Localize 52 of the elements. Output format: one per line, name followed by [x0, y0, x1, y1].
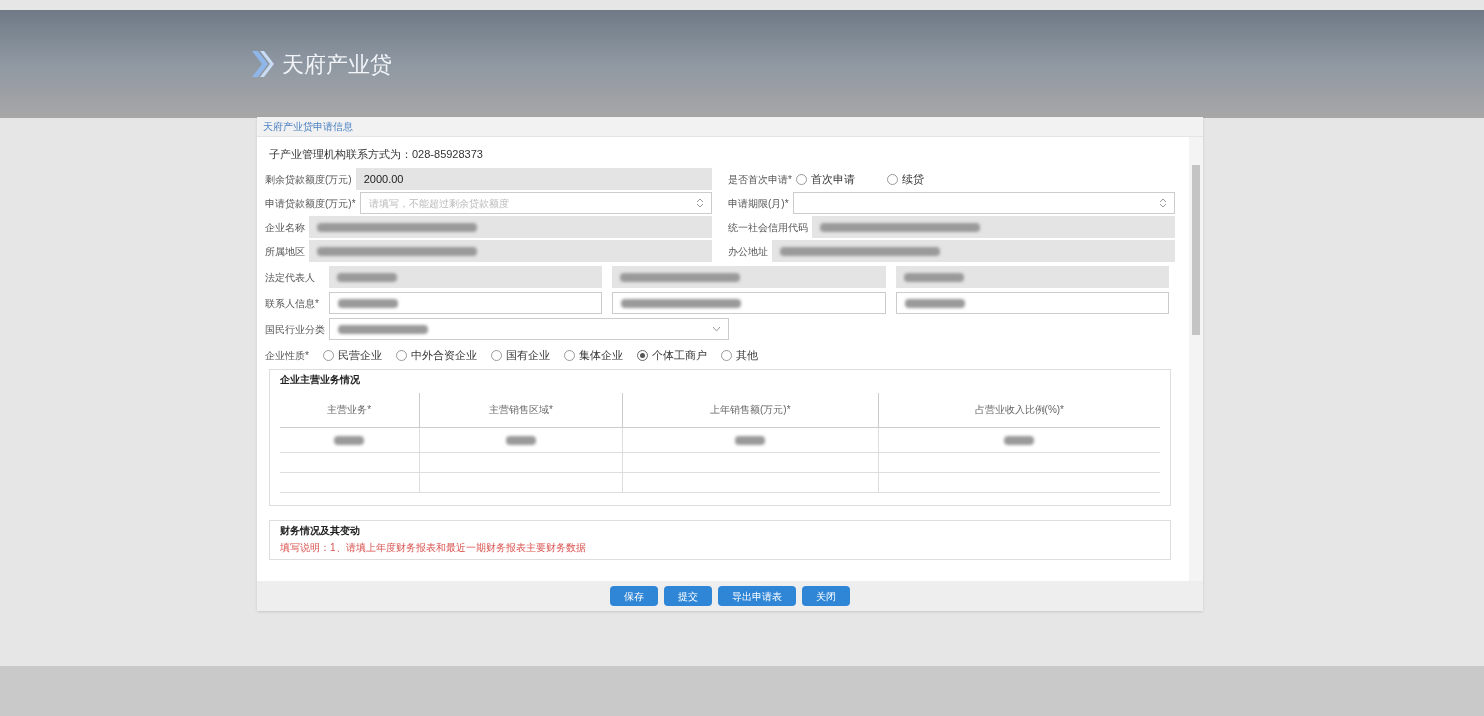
radio-label: 个体工商户	[651, 347, 707, 363]
redacted-value	[334, 435, 365, 445]
scrollbar[interactable]	[1189, 137, 1203, 581]
column-header: 主营销售区域*	[419, 393, 623, 427]
text-field[interactable]	[329, 292, 603, 314]
field-label: 统一社会信用代码	[728, 220, 808, 235]
redacted-value	[1004, 435, 1035, 445]
dialog-button[interactable]: 提交	[664, 586, 712, 606]
radio-label: 国有企业	[505, 347, 550, 363]
radio-label: 中外合资企业	[410, 347, 477, 363]
redacted-value	[338, 298, 398, 308]
field-label: 企业名称	[265, 220, 305, 235]
dialog-button[interactable]: 导出申请表	[718, 586, 796, 606]
dialog-button[interactable]: 关闭	[802, 586, 850, 606]
logo-text: 天府产业贷	[282, 50, 392, 79]
field-label: 法定代表人	[265, 270, 316, 285]
text-field[interactable]	[612, 292, 886, 314]
section-title: 财务情况及其变动	[280, 523, 361, 538]
field-label: 申请期限(月)*	[728, 196, 789, 211]
radio-label: 首次申请	[810, 171, 855, 187]
text-field[interactable]	[895, 292, 1169, 314]
radio-label: 集体企业	[578, 347, 623, 363]
instruction-text: 填写说明：1、请填上年度财务报表和最近一期财务报表主要财务数据	[280, 540, 587, 555]
readonly-field: 2000.00	[355, 168, 712, 190]
redacted-value	[903, 272, 964, 282]
select-field[interactable]	[329, 318, 729, 340]
field-label: 办公地址	[728, 244, 768, 259]
column-header: 上年销售额(万元)*	[622, 393, 879, 427]
spinner-icon	[1160, 198, 1166, 208]
field-label: 联系人信息*	[265, 296, 320, 311]
dialog-button[interactable]: 保存	[610, 586, 658, 606]
field-label: 企业性质*	[265, 348, 309, 363]
redacted-value	[505, 435, 536, 445]
field-label: 是否首次申请*	[728, 172, 792, 187]
number-field[interactable]	[792, 192, 1175, 214]
radio-label: 民营企业	[337, 347, 382, 363]
section-title: 企业主营业务情况	[280, 373, 361, 387]
radio-label: 其他	[735, 347, 758, 363]
redacted-value	[735, 435, 766, 445]
dialog-title: 天府产业贷申请信息	[263, 120, 353, 134]
field-label: 所属地区	[265, 244, 305, 259]
field-label: 申请贷款额度(万元)*	[265, 196, 356, 211]
redacted-value	[904, 298, 965, 308]
column-header: 主营业务*	[280, 393, 420, 427]
contact-note: 子产业管理机构联系方式为：028-85928373	[268, 146, 484, 162]
field-label: 国民行业分类	[265, 322, 325, 337]
spinner-icon	[697, 198, 703, 208]
radio-label: 续贷	[901, 171, 924, 187]
redacted-value	[337, 272, 397, 282]
column-header: 占营业收入比例(%)*	[878, 393, 1160, 427]
field-label: 剩余贷款额度(万元)	[265, 172, 352, 187]
caret-icon	[713, 326, 720, 332]
